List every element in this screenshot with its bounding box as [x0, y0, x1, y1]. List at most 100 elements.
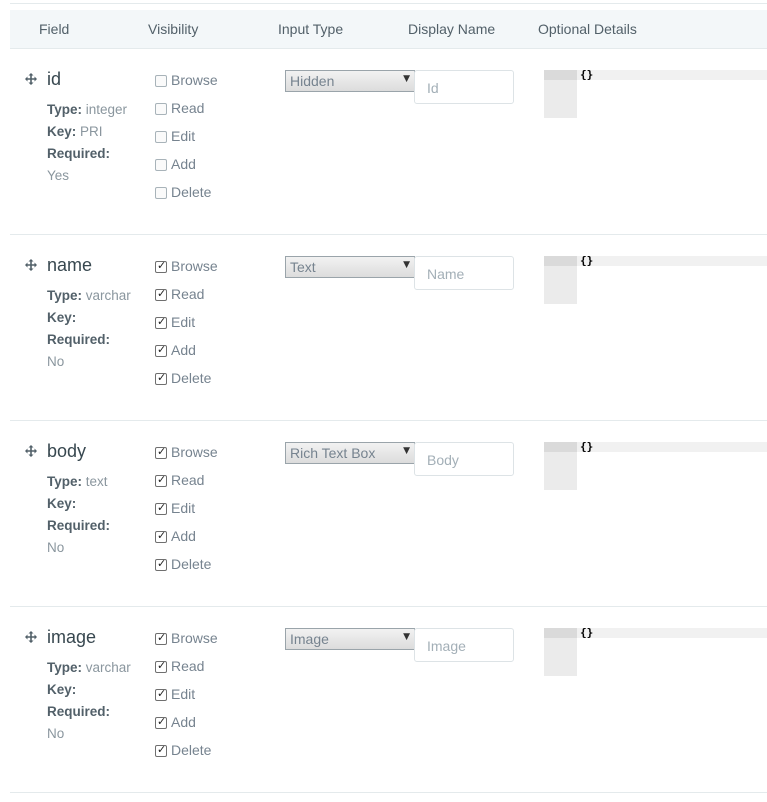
field-name: id: [47, 69, 62, 89]
required-value: No: [47, 726, 65, 741]
visibility-checkbox[interactable]: [155, 445, 167, 459]
required-line: Required:: [47, 701, 147, 723]
editor-code: {}: [580, 626, 594, 639]
visibility-checkbox[interactable]: [155, 259, 167, 273]
visibility-checkbox[interactable]: [155, 743, 167, 757]
visibility-label: Edit: [171, 686, 196, 702]
visibility-label: Add: [171, 714, 196, 730]
input-type-select[interactable]: Rich Text Box ▼: [285, 442, 415, 464]
display-name-input[interactable]: Body: [414, 442, 514, 476]
editor-gutter-active-line: [544, 628, 577, 638]
required-label: Required:: [47, 518, 111, 533]
visibility-checkbox[interactable]: [155, 659, 167, 673]
key-line: Key:: [47, 493, 147, 515]
editor-gutter-active-line: [544, 256, 577, 266]
display-name-input[interactable]: Name: [414, 256, 514, 290]
required-value: No: [47, 354, 65, 369]
header-input-type: Input Type: [278, 21, 344, 37]
move-handle-icon[interactable]: [25, 259, 37, 271]
visibility-label: Read: [171, 286, 205, 302]
visibility-label: Delete: [171, 184, 212, 200]
visibility-checkbox[interactable]: [155, 159, 167, 171]
field-meta: Type: varchar Key: Required: No: [47, 657, 147, 745]
move-handle-icon[interactable]: [25, 73, 37, 85]
input-type-select[interactable]: Text ▼: [285, 256, 415, 278]
visibility-checkbox[interactable]: [155, 187, 167, 199]
optional-details-editor[interactable]: {}: [544, 626, 767, 676]
required-value: Yes: [47, 168, 70, 183]
field-name: body: [47, 441, 87, 461]
type-label: Type:: [47, 288, 83, 303]
input-type-value: Hidden: [290, 73, 335, 89]
key-label: Key:: [47, 310, 77, 325]
visibility-checkbox[interactable]: [155, 287, 167, 301]
visibility-checkbox[interactable]: [155, 473, 167, 487]
editor-gutter-active-line: [544, 442, 577, 452]
optional-details-editor[interactable]: {}: [544, 254, 767, 304]
visibility-checkbox[interactable]: [155, 631, 167, 645]
visibility-checkbox[interactable]: [155, 715, 167, 729]
display-name-input[interactable]: Image: [414, 628, 514, 662]
type-label: Type:: [47, 102, 83, 117]
visibility-label: Edit: [171, 128, 196, 144]
display-name-input[interactable]: Id: [414, 70, 514, 104]
visibility-checkbox[interactable]: [155, 687, 167, 701]
field-row: body Type: text Key: Required: No Browse…: [10, 421, 767, 607]
type-value: text: [82, 474, 108, 489]
input-type-select[interactable]: Image ▼: [285, 628, 415, 650]
header-optional-details: Optional Details: [538, 21, 637, 37]
top-divider: [10, 3, 767, 4]
key-line: Key:: [47, 679, 147, 701]
type-value: varchar: [82, 660, 131, 675]
required-line: Required:: [47, 143, 147, 165]
visibility-label: Browse: [171, 630, 218, 646]
visibility-checkbox[interactable]: [155, 501, 167, 515]
header-field: Field: [39, 21, 70, 37]
table-header: Field Visibility Input Type Display Name…: [10, 10, 767, 49]
type-value: integer: [82, 102, 128, 117]
header-visibility: Visibility: [148, 21, 199, 37]
editor-gutter-active-line: [544, 70, 577, 80]
visibility-checkbox[interactable]: [155, 315, 167, 329]
visibility-label: Browse: [171, 444, 218, 460]
required-value: No: [47, 540, 65, 555]
editor-active-line: [577, 628, 767, 638]
visibility-checkbox[interactable]: [155, 529, 167, 543]
visibility-label: Browse: [171, 258, 218, 274]
visibility-checkbox[interactable]: [155, 343, 167, 357]
optional-details-editor[interactable]: {}: [544, 440, 767, 490]
visibility-label: Browse: [171, 72, 218, 88]
required-label: Required:: [47, 704, 111, 719]
visibility-label: Add: [171, 156, 196, 172]
visibility-checkbox[interactable]: [155, 371, 167, 385]
editor-code: {}: [580, 68, 594, 81]
editor-code: {}: [580, 254, 594, 267]
visibility-checkbox[interactable]: [155, 131, 167, 143]
required-line: Required:: [47, 515, 147, 537]
visibility-checkbox[interactable]: [155, 557, 167, 571]
key-line: Key:: [47, 307, 147, 329]
dropdown-arrow-icon: ▼: [403, 446, 410, 456]
visibility-checkbox[interactable]: [155, 75, 167, 87]
dropdown-arrow-icon: ▼: [403, 260, 410, 270]
key-label: Key:: [47, 682, 77, 697]
field-row: name Type: varchar Key: Required: No Bro…: [10, 235, 767, 421]
header-display-name: Display Name: [408, 21, 496, 37]
move-handle-icon[interactable]: [25, 445, 37, 457]
editor-active-line: [577, 442, 767, 452]
visibility-label: Read: [171, 658, 205, 674]
visibility-label: Add: [171, 528, 196, 544]
input-type-select[interactable]: Hidden ▼: [285, 70, 415, 92]
visibility-label: Edit: [171, 314, 196, 330]
editor-code: {}: [580, 440, 594, 453]
optional-details-editor[interactable]: {}: [544, 68, 767, 118]
editor-active-line: [577, 70, 767, 80]
input-type-value: Image: [290, 631, 329, 647]
required-label: Required:: [47, 332, 111, 347]
visibility-label: Delete: [171, 742, 212, 758]
field-row: image Type: varchar Key: Required: No Br…: [10, 607, 767, 793]
key-line: Key: PRI: [47, 121, 147, 143]
visibility-checkbox[interactable]: [155, 103, 167, 115]
field-meta: Type: integer Key: PRI Required: Yes: [47, 99, 147, 187]
move-handle-icon[interactable]: [25, 631, 37, 643]
